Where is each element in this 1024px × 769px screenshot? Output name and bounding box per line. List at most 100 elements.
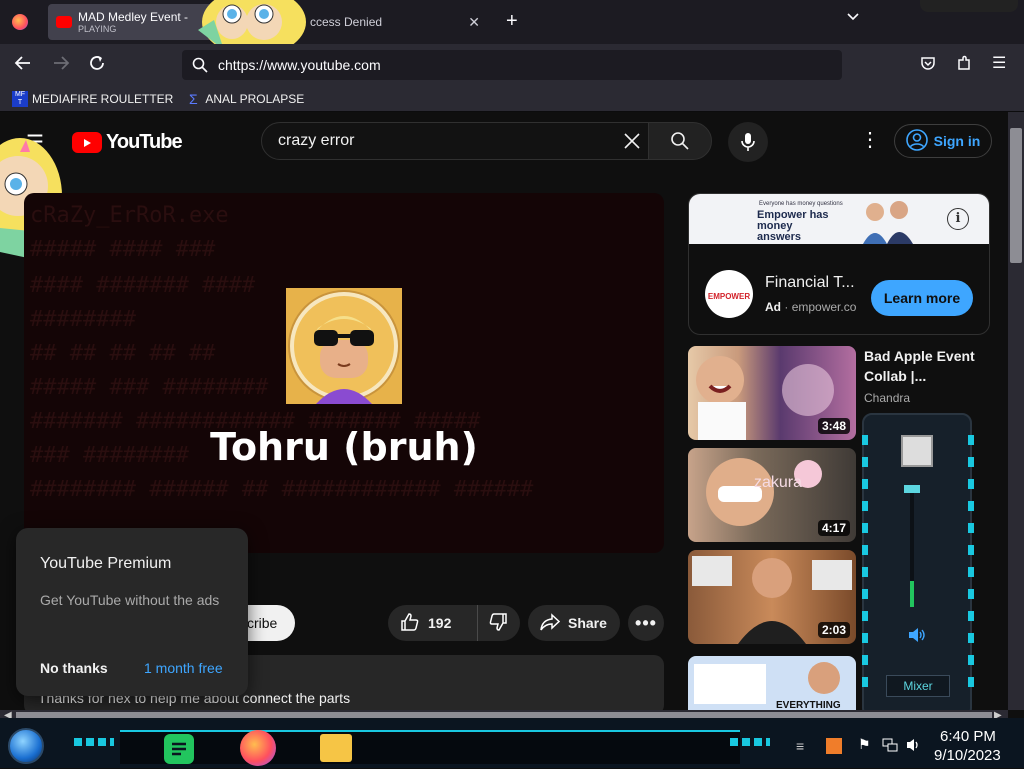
like-button[interactable]: 192: [388, 605, 478, 641]
dislike-button[interactable]: [478, 612, 508, 635]
thumbs-up-icon: [400, 612, 420, 635]
video-overlay-title: Tohru (bruh): [210, 425, 478, 469]
premium-promo-popup: YouTube Premium Get YouTube without the …: [16, 528, 248, 696]
video-duration: 3:48: [817, 418, 850, 434]
search-query: crazy error: [278, 132, 355, 149]
share-button[interactable]: Share: [528, 605, 620, 641]
url-bar[interactable]: chttps://www.youtube.com: [182, 50, 842, 80]
search-icon: [192, 57, 208, 76]
more-options-icon[interactable]: ⋮: [860, 130, 880, 150]
ad-banner-small-text: Everyone has money questions: [759, 201, 843, 207]
microphone-icon: [740, 132, 756, 157]
bookmark-mediafire[interactable]: MF T MEDIAFIRE ROULETTER: [12, 90, 174, 107]
reload-icon[interactable]: [88, 54, 106, 77]
related-video-thumbnail[interactable]: zakura 4:17: [688, 448, 856, 542]
thumbs-down-icon: [488, 612, 508, 635]
menu-icon[interactable]: ☰: [992, 53, 1006, 73]
bookmark-second[interactable]: Σ ANAL PROLAPSE: [185, 91, 304, 107]
youtube-logo[interactable]: YouTube: [72, 131, 183, 154]
back-icon[interactable]: [14, 54, 32, 77]
video-duration: 4:17: [817, 520, 850, 536]
clock-date[interactable]: 9/10/2023: [934, 747, 1001, 764]
search-button[interactable]: [648, 122, 712, 160]
search-input[interactable]: crazy error: [261, 122, 649, 160]
url-text: chttps://www.youtube.com: [218, 57, 381, 73]
sign-in-label: Sign in: [933, 133, 981, 149]
list-all-tabs-icon[interactable]: [846, 10, 860, 27]
action-center-flag-icon[interactable]: ⚑: [858, 736, 871, 753]
related-video-title[interactable]: Bad Apple Event Collab |...: [864, 346, 984, 386]
extensions-icon[interactable]: [956, 55, 972, 76]
sign-in-button[interactable]: Sign in: [894, 124, 992, 158]
premium-title: YouTube Premium: [40, 555, 172, 572]
ad-separator: ·: [784, 300, 792, 314]
ad-info-icon[interactable]: i: [947, 208, 969, 230]
empower-logo-text: EMPOWER: [707, 292, 751, 301]
voice-search-button[interactable]: [728, 122, 768, 162]
search-icon: [670, 131, 690, 156]
related-video-channel[interactable]: Chandra: [864, 391, 910, 405]
ad-banner-headline: Empower has money answers: [757, 209, 829, 243]
subscribe-label: cribe: [247, 615, 278, 631]
network-icon[interactable]: [882, 738, 898, 757]
video-avatar-image: [286, 288, 402, 404]
related-video-thumbnail[interactable]: EVERYTHING: [688, 656, 856, 710]
start-orb-icon[interactable]: [8, 728, 44, 764]
premium-subtitle: Get YouTube without the ads: [40, 592, 220, 608]
ad-domain: empower.co: [791, 300, 857, 314]
tray-app-icon[interactable]: [826, 738, 842, 754]
more-actions-button[interactable]: •••: [628, 605, 664, 641]
volume-tray-icon[interactable]: [906, 738, 922, 757]
mixer-app-icon[interactable]: [901, 435, 933, 467]
taskbar: ≡ ⚑: [0, 718, 1024, 768]
no-thanks-button[interactable]: No thanks: [40, 660, 108, 676]
related-video-thumbnail[interactable]: 2:03: [688, 550, 856, 644]
volume-mixer-widget: Mixer: [862, 413, 974, 718]
taskbar-center-frame: [120, 730, 740, 764]
youtube-logo-text: YouTube: [106, 131, 183, 153]
related-video-thumbnail[interactable]: 3:48: [688, 346, 856, 440]
thumbnail-overlay-text: EVERYTHING: [776, 700, 841, 710]
close-tab-icon[interactable]: ✕: [468, 14, 480, 31]
like-dislike-group: 192: [388, 605, 520, 641]
mixer-side-lights-left: [862, 435, 868, 695]
ad-banner-people-image: [857, 196, 917, 244]
thumbnail-overlay-text: zakura: [754, 474, 803, 491]
share-label: Share: [568, 615, 607, 631]
youtube-favicon-icon: [56, 16, 72, 28]
tab-playing-label: PLAYING: [78, 24, 117, 34]
ad-title: Financial T...: [765, 274, 855, 291]
mixer-button[interactable]: Mixer: [886, 675, 950, 697]
speaker-icon[interactable]: [908, 627, 926, 648]
learn-more-button[interactable]: Learn more: [871, 280, 973, 316]
pocket-icon[interactable]: [920, 55, 936, 76]
firefox-taskbar-icon[interactable]: [240, 730, 276, 766]
share-icon: [540, 612, 561, 634]
account-icon: [905, 128, 928, 154]
bookmarks-toolbar: MF T MEDIAFIRE ROULETTER Σ ANAL PROLAPSE: [0, 86, 1024, 112]
clear-search-icon[interactable]: [622, 131, 642, 156]
ad-meta: Ad · empower.co: [765, 300, 856, 314]
show-hidden-icons-icon[interactable]: ≡: [796, 738, 804, 754]
ad-badge: Ad: [765, 300, 781, 314]
notes-app-icon[interactable]: [164, 734, 194, 764]
firefox-icon[interactable]: [12, 14, 28, 30]
sidebar-ad[interactable]: Everyone has money questions Empower has…: [688, 193, 990, 335]
mediafire-bookmark-icon: MF T: [12, 90, 28, 107]
forward-icon[interactable]: [52, 54, 70, 77]
clock-time[interactable]: 6:40 PM: [940, 728, 996, 745]
youtube-play-icon: [72, 132, 102, 153]
bookmark-label: MEDIAFIRE ROULETTER: [32, 91, 174, 106]
tab-title: ccess Denied: [310, 15, 383, 29]
empower-logo: EMPOWER: [705, 270, 753, 318]
volume-slider-handle[interactable]: [904, 485, 920, 493]
new-tab-icon[interactable]: +: [506, 10, 518, 33]
browser-tab-bar: MAD Medley Event - PLAYING ccess Denied …: [0, 0, 1024, 56]
ad-banner[interactable]: Everyone has money questions Empower has…: [689, 194, 989, 244]
window-controls: [920, 0, 1018, 12]
volume-slider-fill: [910, 581, 914, 607]
scrollbar-thumb[interactable]: [1010, 128, 1022, 263]
one-month-free-button[interactable]: 1 month free: [144, 660, 223, 676]
taskbar-lights-left: [74, 738, 114, 746]
file-explorer-icon[interactable]: [320, 734, 352, 762]
